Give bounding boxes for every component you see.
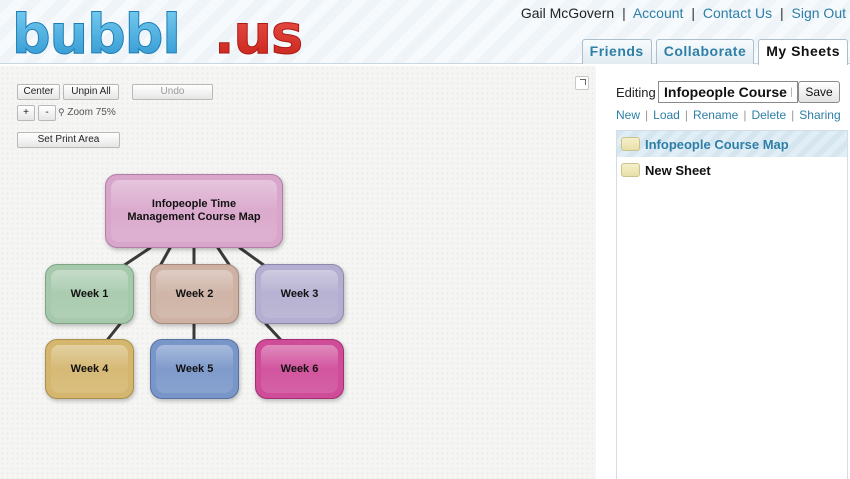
header: bubbl .us Gail McGovern | Account | Cont… — [0, 0, 850, 67]
sign-out-link[interactable]: Sign Out — [792, 5, 846, 21]
rename-sheet-link[interactable]: Rename — [693, 108, 738, 122]
week-1-label: Week 1 — [70, 287, 109, 300]
connector-line — [238, 246, 267, 268]
sheet-list: Infopeople Course Map New Sheet — [616, 130, 848, 479]
tab-collaborate[interactable]: Collaborate — [655, 39, 755, 64]
sheets-panel: Editing Save New|Load|Rename|Delete|Shar… — [606, 66, 850, 479]
tab-my-sheets[interactable]: My Sheets — [758, 39, 848, 65]
bubblus-logo[interactable]: bubbl .us — [10, 3, 350, 67]
connector-line — [121, 246, 152, 268]
root-bubble-line1: Infopeople Time — [151, 198, 237, 210]
save-button[interactable]: Save — [798, 81, 840, 103]
svg-text:bubbl: bubbl — [12, 8, 180, 60]
sheet-list-item[interactable]: Infopeople Course Map — [617, 131, 847, 157]
account-link[interactable]: Account — [633, 5, 684, 21]
sheet-name-input[interactable] — [658, 81, 798, 103]
week-4-label: Week 4 — [70, 362, 109, 375]
sheet-list-item[interactable]: New Sheet — [617, 157, 847, 183]
sheet-icon — [621, 137, 640, 151]
sheet-name: Infopeople Course Map — [645, 136, 789, 152]
week-5-bubble[interactable]: Week 5 — [150, 339, 239, 399]
week-3-bubble[interactable]: Week 3 — [255, 264, 344, 324]
week-5-label: Week 5 — [175, 362, 214, 375]
week-6-bubble[interactable]: Week 6 — [255, 339, 344, 399]
editing-label: Editing — [616, 85, 656, 100]
user-links: Gail McGovern | Account | Contact Us | S… — [520, 5, 846, 21]
sharing-link[interactable]: Sharing — [799, 108, 840, 122]
connector-line — [106, 322, 122, 341]
tab-bar: Friends Collaborate My Sheets — [581, 39, 848, 65]
tab-friends[interactable]: Friends — [581, 39, 652, 64]
sheet-actions: New | Load | Rename | Delete | Sharing — [616, 108, 841, 122]
week-2-bubble[interactable]: Week 2 — [150, 264, 239, 324]
sheet-name: New Sheet — [645, 162, 711, 178]
week-4-bubble[interactable]: Week 4 — [45, 339, 134, 399]
new-sheet-link[interactable]: New — [616, 108, 640, 122]
week-6-label: Week 6 — [280, 362, 319, 375]
week-3-label: Week 3 — [280, 287, 319, 300]
connector-line — [264, 322, 282, 341]
svg-text:.us: .us — [214, 8, 302, 60]
root-bubble[interactable]: Infopeople Time Management Course Map — [105, 174, 283, 248]
contact-us-link[interactable]: Contact Us — [703, 5, 772, 21]
delete-sheet-link[interactable]: Delete — [751, 108, 786, 122]
week-1-bubble[interactable]: Week 1 — [45, 264, 134, 324]
week-2-label: Week 2 — [175, 287, 214, 300]
user-name: Gail McGovern — [520, 5, 615, 21]
mindmap-canvas[interactable]: Center Unpin All Undo + - ⚲ Zoom 75% Set… — [0, 66, 596, 479]
sheet-icon — [621, 163, 640, 177]
app-window: bubbl .us Gail McGovern | Account | Cont… — [0, 0, 850, 479]
root-bubble-line2: Management Course Map — [127, 211, 261, 223]
logo-graphic: bubbl .us — [12, 3, 304, 67]
load-sheet-link[interactable]: Load — [653, 108, 680, 122]
